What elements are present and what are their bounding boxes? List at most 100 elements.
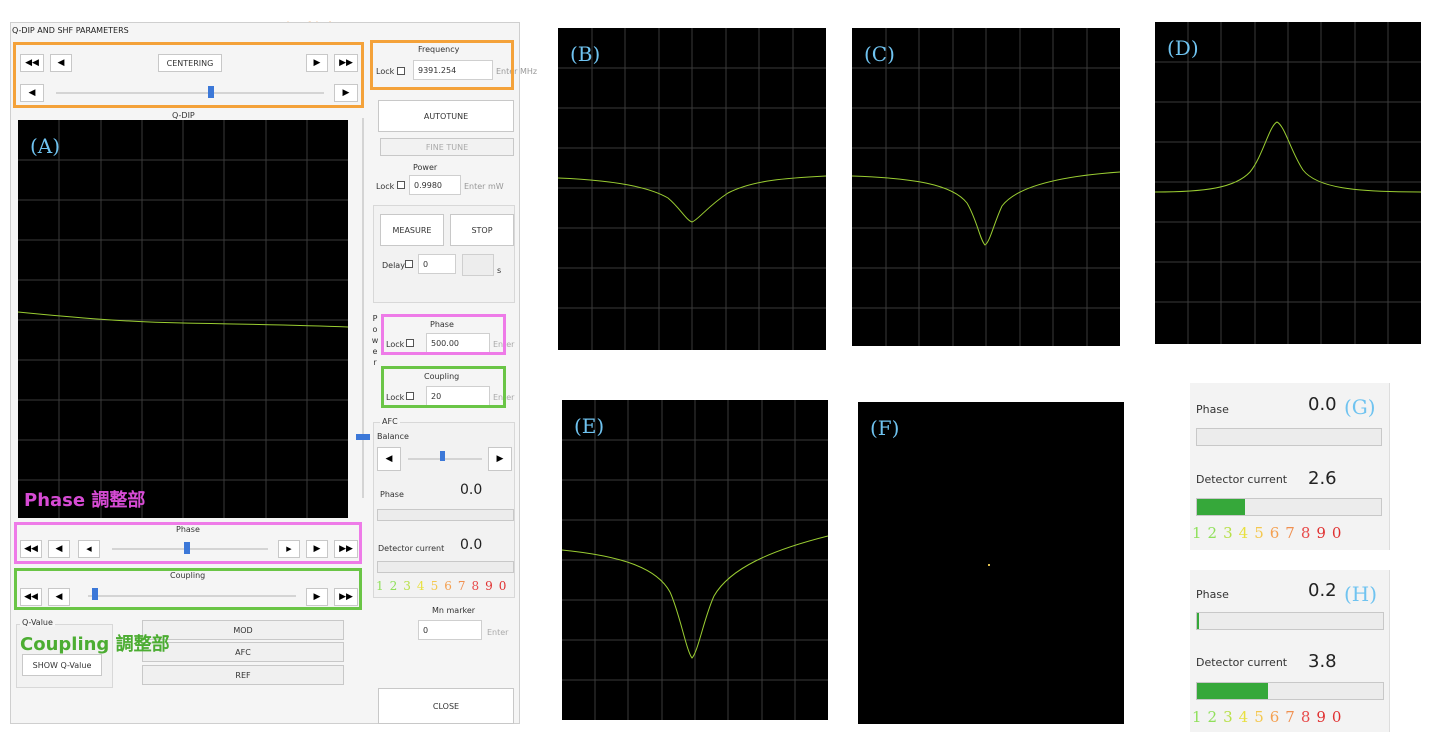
afc-phase-bar xyxy=(377,509,514,521)
scale-digit: 3 xyxy=(403,579,411,593)
scope-f: (F) xyxy=(858,402,1124,724)
close-button[interactable]: CLOSE xyxy=(378,688,514,724)
scope-c: (C) xyxy=(852,28,1120,346)
meter-g-phase-bar xyxy=(1196,428,1382,446)
afc-label: AFC xyxy=(380,417,400,426)
scope-e: (E) xyxy=(562,400,828,720)
scale-digit: 5 xyxy=(1254,708,1264,726)
scale-digit: 7 xyxy=(1285,524,1295,542)
meter-h-detector-label: Detector current xyxy=(1196,656,1288,669)
coupling-highlight-right xyxy=(381,366,506,408)
window-title: Q-DIP AND SHF PARAMETERS xyxy=(12,26,129,35)
scale-digit: 7 xyxy=(1285,708,1295,726)
phase-highlight-bottom xyxy=(14,522,362,564)
meter-g-phase-label: Phase xyxy=(1196,403,1229,416)
phase-highlight-right xyxy=(381,314,506,355)
meter-h-phase-value: 0.2 xyxy=(1308,580,1337,601)
scale-digit: 6 xyxy=(444,579,452,593)
show-qvalue-button[interactable]: SHOW Q-Value xyxy=(22,654,102,676)
afc-detector-bar xyxy=(377,561,514,573)
afc-detector-label: Detector current xyxy=(378,544,445,553)
meter-h-detector-fill xyxy=(1197,683,1268,699)
scale-digit: 9 xyxy=(1316,524,1326,542)
scale-digit: 2 xyxy=(389,579,398,593)
scale-digit: 8 xyxy=(1300,708,1311,726)
power-lock-checkbox[interactable] xyxy=(397,181,405,189)
coupling-highlight-bottom xyxy=(14,568,362,610)
panel-a-label: (A) xyxy=(30,134,61,158)
scale-digit: 2 xyxy=(1207,524,1218,542)
scope-c-graph xyxy=(852,28,1120,346)
delay-input[interactable]: 0 xyxy=(418,254,456,274)
balance-right-button[interactable]: ▶ xyxy=(488,447,512,471)
meter-h-detector-bar xyxy=(1196,682,1384,700)
frequency-highlight-left xyxy=(13,42,364,108)
power-lock-label: Lock xyxy=(376,182,395,191)
coupling-annotation: Coupling 調整部 xyxy=(20,634,170,655)
scale-digit: 6 xyxy=(1269,524,1280,542)
scale-digit: 1 xyxy=(1192,524,1202,542)
scale-digit: 0 xyxy=(1331,708,1342,726)
scale-digit: 8 xyxy=(471,579,480,593)
scale-digit: 0 xyxy=(498,579,507,593)
scope-a: (A) xyxy=(18,120,348,518)
meter-g-detector-bar xyxy=(1196,498,1382,516)
scope-e-graph xyxy=(562,400,828,720)
phase-annotation: Phase 調整部 xyxy=(24,490,146,511)
scale-digit: 3 xyxy=(1223,708,1233,726)
balance-slider-track[interactable] xyxy=(408,458,482,460)
meter-g-phase-value: 0.0 xyxy=(1308,394,1337,415)
panel-e-label: (E) xyxy=(574,414,605,438)
frequency-highlight-right xyxy=(370,40,514,90)
scope-d-graph xyxy=(1155,22,1421,344)
panel-c-label: (C) xyxy=(864,42,895,66)
power-input[interactable]: 0.9980 xyxy=(409,175,461,195)
scale-digit: 1 xyxy=(376,579,384,593)
meter-h-phase-fill xyxy=(1197,613,1199,629)
qdip-label: Q-DIP xyxy=(172,111,195,120)
panel-b-label: (B) xyxy=(570,42,601,66)
scale-digit: 5 xyxy=(430,579,439,593)
meter-g-detector-fill xyxy=(1197,499,1245,515)
scope-d: (D) xyxy=(1155,22,1421,344)
mod-button[interactable]: MOD xyxy=(142,620,344,640)
meter-h-phase-label: Phase xyxy=(1196,588,1229,601)
meter-g-detector-label: Detector current xyxy=(1196,473,1288,486)
power-unit: Enter mW xyxy=(464,182,504,191)
scale-digit: 5 xyxy=(1254,524,1264,542)
meter-h-detector-value: 3.8 xyxy=(1308,651,1337,672)
panel-f-label: (F) xyxy=(870,416,900,440)
scale-digit: 4 xyxy=(1238,524,1249,542)
afc-mode-button[interactable]: AFC xyxy=(142,642,344,662)
stop-button[interactable]: STOP xyxy=(450,214,514,246)
afc-phase-label: Phase xyxy=(380,490,404,499)
scale-digit: 8 xyxy=(1300,524,1311,542)
balance-left-button[interactable]: ◀ xyxy=(377,447,401,471)
delay-checkbox[interactable] xyxy=(405,260,413,268)
scale-digit: 9 xyxy=(485,579,493,593)
measure-button[interactable]: MEASURE xyxy=(380,214,444,246)
meter-h-phase-bar xyxy=(1196,612,1384,630)
ref-button[interactable]: REF xyxy=(142,665,344,685)
mn-marker-input[interactable]: 0 xyxy=(418,620,482,640)
scope-f-graph xyxy=(988,564,990,566)
qvalue-label: Q-Value xyxy=(20,618,55,627)
delay-unit-field[interactable] xyxy=(462,254,494,276)
fine-tune-button[interactable]: FINE TUNE xyxy=(380,138,514,156)
power-slider-thumb[interactable] xyxy=(356,434,370,440)
meter-h-label: (H) xyxy=(1344,582,1378,606)
autotune-button[interactable]: AUTOTUNE xyxy=(378,100,514,132)
delay-unit: s xyxy=(497,266,502,275)
scale-digit: 9 xyxy=(1316,708,1326,726)
afc-phase-value: 0.0 xyxy=(460,482,483,498)
panel-d-label: (D) xyxy=(1167,36,1199,60)
scale-digit: 2 xyxy=(1207,708,1218,726)
scale-digit: 4 xyxy=(1238,708,1249,726)
meter-g-label: (G) xyxy=(1344,395,1376,419)
power-vertical-track[interactable] xyxy=(362,118,364,498)
mn-marker-label: Mn marker xyxy=(432,606,476,615)
scale-digit: 3 xyxy=(1223,524,1233,542)
scale-digit: 6 xyxy=(1269,708,1280,726)
balance-label: Balance xyxy=(377,432,409,441)
balance-slider-thumb[interactable] xyxy=(440,451,445,461)
